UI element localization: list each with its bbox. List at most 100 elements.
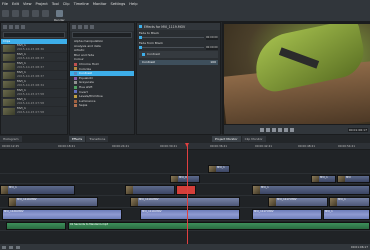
step-back-icon[interactable] bbox=[266, 127, 270, 132]
timeline-clip[interactable]: MVI_1 bbox=[311, 175, 336, 183]
video-effects-icon[interactable] bbox=[72, 25, 76, 29]
effect-contrast-block: Contrast bbox=[139, 51, 218, 58]
tab-clip-monitor[interactable]: Clip Monitor bbox=[241, 136, 266, 142]
timeline-clip[interactable]: MVI_1 bbox=[208, 165, 230, 173]
menu-timeline[interactable]: Timeline bbox=[74, 2, 89, 6]
timeline-playhead[interactable] bbox=[185, 143, 189, 244]
open-project-icon[interactable] bbox=[12, 10, 19, 17]
param-value[interactable]: 00:00:00 bbox=[206, 45, 218, 50]
timeline-clip[interactable]: MVI_1117.MOV bbox=[268, 197, 328, 207]
fast-forward-icon[interactable] bbox=[284, 127, 288, 132]
clip-date: 2015-10-15 08:37 bbox=[17, 74, 45, 78]
audio-track-2: 01 Seconds to Mandarin.mp3 bbox=[0, 222, 370, 231]
new-project-icon[interactable] bbox=[2, 10, 9, 17]
menu-edit[interactable]: Edit bbox=[12, 2, 19, 6]
bin-search-input[interactable] bbox=[3, 32, 65, 38]
effects-list: Alpha manipulation Analysis and data Artis… bbox=[69, 22, 135, 135]
render-button[interactable]: Render bbox=[54, 10, 65, 22]
list-item[interactable]: MVI_1 2015-10-15 07:58 bbox=[1, 107, 67, 116]
ruler-tick: 00:00:54:21 bbox=[338, 144, 356, 148]
timeline-clip[interactable]: 01 Seconds to Mandarin.mp3 bbox=[68, 222, 370, 230]
render-icon bbox=[55, 10, 63, 17]
effect-name: Contrast bbox=[147, 52, 160, 56]
monitor-timecode[interactable]: 00:01:06:17 bbox=[347, 127, 368, 132]
timeline-clip[interactable]: MVI_0 bbox=[170, 175, 200, 183]
list-item[interactable]: MVI_1 2015-10-15 07:58 bbox=[1, 98, 67, 107]
add-clip-icon[interactable] bbox=[3, 25, 7, 29]
timeline-clip[interactable]: MVI_1 bbox=[323, 209, 370, 220]
timeline-clip[interactable]: MVI_1 bbox=[0, 185, 75, 195]
zoom-icon[interactable] bbox=[290, 127, 294, 132]
monitor-controls: 00:01:06:17 bbox=[224, 125, 370, 134]
timeline-clip[interactable]: MVI_1117.MOV bbox=[252, 209, 322, 220]
timeline-clip[interactable]: MVI_1110.MOV bbox=[8, 197, 98, 207]
list-item[interactable]: MVI_1 2015-10-15 08:34 bbox=[1, 80, 67, 89]
param-value[interactable]: 00:00:00 bbox=[206, 35, 218, 40]
effect-enable-checkbox[interactable] bbox=[142, 53, 145, 56]
play-icon[interactable] bbox=[272, 127, 276, 132]
zoom-in-icon[interactable] bbox=[16, 245, 20, 249]
menu-settings[interactable]: Settings bbox=[111, 2, 126, 6]
video-preview[interactable] bbox=[224, 24, 370, 124]
timeline-clip-selected[interactable] bbox=[176, 185, 196, 195]
effects-search-input[interactable] bbox=[72, 32, 132, 38]
menu-tool[interactable]: Tool bbox=[52, 2, 59, 6]
audio-effects-icon[interactable] bbox=[78, 25, 82, 29]
enable-effects-checkbox[interactable] bbox=[139, 25, 142, 28]
contrast-slider[interactable]: Contrast 100 bbox=[139, 60, 218, 65]
menu-view[interactable]: View bbox=[23, 2, 32, 6]
favorite-effects-icon[interactable] bbox=[90, 25, 94, 29]
slider-track[interactable] bbox=[139, 35, 204, 40]
list-item[interactable]: MVI_1 2015-10-15 08:36 bbox=[1, 44, 67, 53]
rewind-icon[interactable] bbox=[260, 127, 264, 132]
zoom-slider-icon[interactable] bbox=[9, 245, 13, 249]
param-label: Fade from Black bbox=[139, 40, 164, 45]
timeline-clip[interactable] bbox=[6, 222, 66, 230]
undo-icon[interactable] bbox=[32, 10, 39, 17]
menu-clip[interactable]: Clip bbox=[63, 2, 70, 6]
slider-track[interactable] bbox=[139, 45, 204, 50]
tab-project-monitor[interactable]: Project Monitor bbox=[212, 136, 241, 142]
timeline-clip[interactable]: MVI_1 bbox=[329, 197, 370, 207]
list-item[interactable]: MVI_1 2015-10-15 08:37 bbox=[1, 71, 67, 80]
list-item[interactable]: MVI_1 2015-10-15 08:37 bbox=[1, 62, 67, 71]
effect-list-item[interactable]: Sepia bbox=[70, 103, 134, 108]
folder-icon[interactable] bbox=[9, 25, 13, 29]
clip-date: 2015-10-15 08:36 bbox=[17, 47, 45, 51]
effect-header[interactable]: Contrast bbox=[139, 52, 218, 57]
effect-icon bbox=[74, 81, 77, 85]
step-forward-icon[interactable] bbox=[278, 127, 282, 132]
dock-tabs-left: Histogram bbox=[0, 136, 22, 142]
contrast-value[interactable]: 100 bbox=[210, 60, 216, 65]
tab-effects[interactable]: Effects bbox=[69, 136, 86, 142]
timeline-clip[interactable] bbox=[125, 185, 175, 195]
status-timecode: 00:01:06:17 bbox=[350, 245, 368, 249]
menu-help[interactable]: Help bbox=[129, 2, 137, 6]
timeline-clip[interactable]: MVI_1119.MOV bbox=[130, 197, 240, 207]
timeline-clip[interactable]: MVI_1119.MOV bbox=[140, 209, 240, 220]
save-project-icon[interactable] bbox=[22, 10, 29, 17]
menu-icon[interactable] bbox=[21, 25, 25, 29]
bin-toolbar bbox=[1, 23, 67, 31]
timeline-clip[interactable]: MVI_1129.MOV bbox=[2, 209, 122, 220]
timeline-clip[interactable]: MVI bbox=[337, 175, 370, 183]
list-item[interactable]: MVI_1 2015-10-15 07:58 bbox=[1, 89, 67, 98]
fade-from-black-slider[interactable]: 00:00:00 bbox=[137, 45, 220, 50]
tab-transitions[interactable]: Transitions bbox=[86, 136, 109, 142]
menu-file[interactable]: File bbox=[2, 2, 8, 6]
menu-project[interactable]: Project bbox=[36, 2, 48, 6]
list-item[interactable]: MVI_1 2015-10-15 08:37 bbox=[1, 53, 67, 62]
effect-label: Sepia bbox=[79, 103, 88, 108]
zoom-out-icon[interactable] bbox=[2, 245, 6, 249]
list-view-icon[interactable] bbox=[15, 25, 19, 29]
menu-monitor[interactable]: Monitor bbox=[93, 2, 107, 6]
status-bar: 00:01:06:17 bbox=[0, 244, 370, 250]
effect-icon bbox=[74, 85, 77, 89]
redo-icon[interactable] bbox=[42, 10, 49, 17]
timeline-clip[interactable]: MVI_1 bbox=[252, 185, 370, 195]
custom-effects-icon[interactable] bbox=[84, 25, 88, 29]
effect-icon bbox=[74, 67, 77, 71]
timeline[interactable]: 00:00:12:25 00:00:18:21 00:00:24:21 00:0… bbox=[0, 143, 370, 244]
ruler-tick: 00:00:48:21 bbox=[298, 144, 316, 148]
tab-histogram[interactable]: Histogram bbox=[0, 136, 22, 142]
